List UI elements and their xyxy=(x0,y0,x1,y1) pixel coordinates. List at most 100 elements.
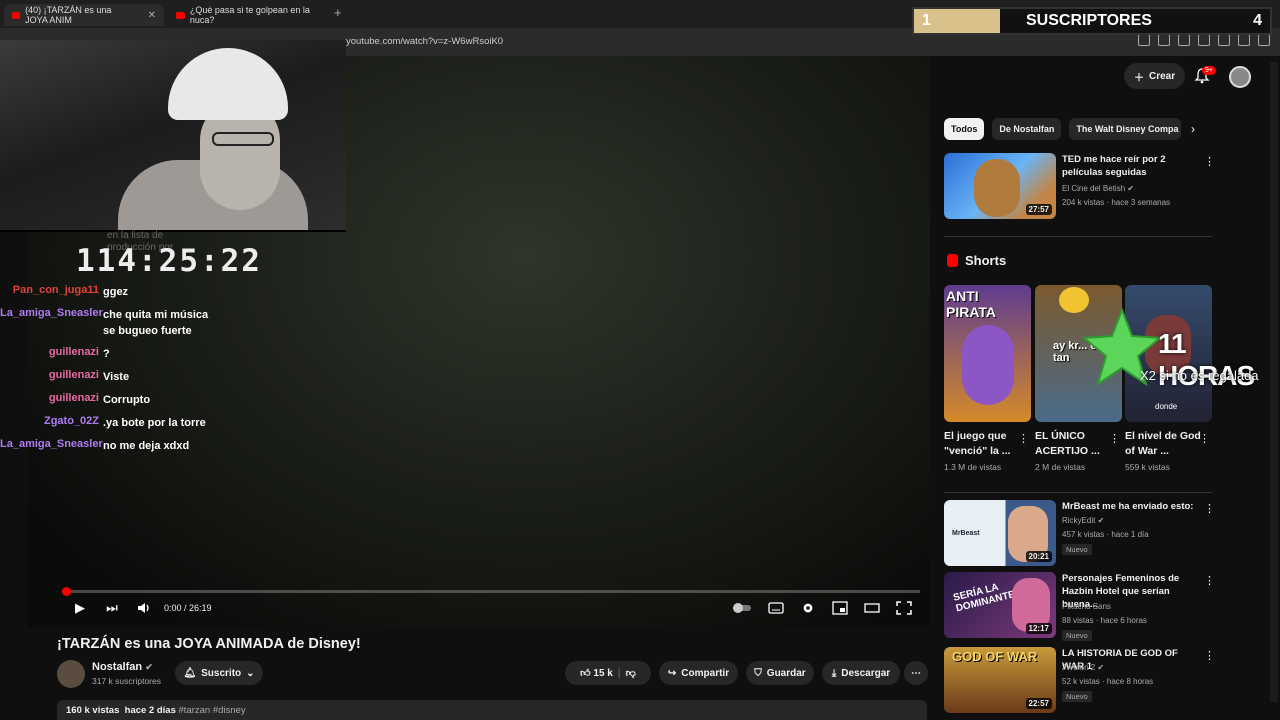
more-vertical-icon[interactable]: ⋮ xyxy=(1018,432,1029,445)
create-label: Crear xyxy=(1149,70,1176,82)
short-views: 1.3 M de vistas xyxy=(944,462,1002,472)
video-thumbnail[interactable]: GOD OF WAR 22:57 xyxy=(944,647,1056,713)
settings-gear-icon[interactable] xyxy=(800,601,816,615)
description-box[interactable]: 160 k vistas hace 2 días #tarzan #disney xyxy=(57,700,927,720)
download-button[interactable]: ⤓ Descargar xyxy=(822,661,900,685)
video-thumbnail[interactable]: SERÍA LA DOMINANTE 12:17 xyxy=(944,572,1056,638)
short-views: 559 k vistas xyxy=(1125,462,1170,472)
fullscreen-icon[interactable] xyxy=(896,601,912,615)
verified-icon: ✔ xyxy=(145,662,153,672)
video-title[interactable]: MrBeast me ha enviado esto: xyxy=(1062,500,1202,513)
channel-name[interactable]: RickyEdit ✔ xyxy=(1062,516,1104,525)
extension-icon[interactable] xyxy=(1158,34,1170,46)
hashtags[interactable]: #tarzan #disney xyxy=(179,705,246,716)
chat-message-text: no me deja xdxd xyxy=(103,440,190,452)
channel-name[interactable]: Nostalfan ✔ xyxy=(92,661,153,673)
filter-chips: Todos De Nostalfan The Walt Disney Compa xyxy=(944,118,1182,140)
extension-icon[interactable] xyxy=(1138,34,1150,46)
chevron-right-icon[interactable]: › xyxy=(1191,122,1195,136)
subscriber-count: 1 xyxy=(914,9,1000,33)
extension-icon[interactable] xyxy=(1218,34,1230,46)
next-icon[interactable]: ⏭ xyxy=(104,600,120,616)
recommended-video[interactable]: GOD OF WAR 22:57 LA HISTORIA DE GOD OF W… xyxy=(944,647,1215,715)
thumbs-up-icon: 👍︎ xyxy=(580,668,591,679)
divider: | xyxy=(617,667,621,679)
youtube-favicon-icon xyxy=(12,11,21,19)
theater-mode-icon[interactable] xyxy=(864,601,880,615)
more-vertical-icon[interactable]: ⋮ xyxy=(1204,574,1215,587)
progress-scrubber[interactable] xyxy=(62,587,71,596)
subscribed-button[interactable]: 🔔︎ Suscrito ⌄ xyxy=(175,661,263,685)
channel-name[interactable]: El Cine del Betish ✔ xyxy=(1062,184,1134,193)
share-button[interactable]: ↪ Compartir xyxy=(659,661,738,685)
bell-icon: 🔔︎ xyxy=(183,667,197,679)
youtube-favicon-icon xyxy=(176,11,185,19)
chat-message: Zgato_02Z .ya bote por la torre xyxy=(0,415,300,431)
short-thumbnail[interactable]: ANTI PIRATA xyxy=(944,285,1031,422)
channel-name[interactable]: JWulen 2 ✔ xyxy=(1062,663,1104,672)
progress-bar[interactable] xyxy=(66,590,920,593)
subtitles-icon[interactable] xyxy=(768,601,784,615)
more-vertical-icon[interactable]: ⋮ xyxy=(1204,502,1215,515)
new-badge: Nuevo xyxy=(1062,544,1092,555)
close-icon[interactable]: ✕ xyxy=(148,10,156,21)
video-meta: 52 k vistas · hace 8 horas xyxy=(1062,677,1154,686)
new-tab-icon[interactable]: + xyxy=(334,5,342,20)
download-label: Descargar xyxy=(841,667,891,679)
autoplay-toggle-icon[interactable] xyxy=(732,601,752,615)
chat-message-text: che quita mi música se bugueo fuerte xyxy=(103,309,209,337)
more-vertical-icon[interactable]: ⋮ xyxy=(1199,432,1210,445)
chat-message-text: ? xyxy=(103,348,110,360)
download-icon: ⤓ xyxy=(831,667,837,679)
tab-title: (40) ¡TARZÁN es una JOYA ANIM xyxy=(25,5,112,25)
thumbs-down-icon[interactable]: 👎︎ xyxy=(626,667,636,679)
channel-avatar[interactable] xyxy=(57,660,85,688)
share-icon: ↪ xyxy=(667,667,677,679)
video-duration: 20:21 xyxy=(1025,551,1052,562)
video-title[interactable]: TED me hace reír por 2 películas seguida… xyxy=(1062,153,1202,179)
browser-tab-active[interactable]: (40) ¡TARZÁN es una JOYA ANIM ✕ xyxy=(4,4,164,26)
account-avatar[interactable] xyxy=(1229,66,1251,88)
create-button[interactable]: ＋ Crear xyxy=(1124,63,1186,89)
more-horizontal-icon: ⋯ xyxy=(911,667,921,679)
browser-tab[interactable]: ¿Qué pasa si te golpean en la nuca? xyxy=(168,4,328,26)
chip-walt-disney[interactable]: The Walt Disney Compa xyxy=(1069,118,1182,140)
chip-de-nostalfan[interactable]: De Nostalfan xyxy=(992,118,1062,140)
recommended-video[interactable]: 27:57 TED me hace reír por 2 películas s… xyxy=(944,153,1215,221)
volume-icon[interactable] xyxy=(136,600,152,616)
play-icon[interactable]: ▶ xyxy=(72,600,88,616)
extension-icon[interactable] xyxy=(1238,34,1250,46)
menu-icon[interactable] xyxy=(1258,34,1270,46)
like-button[interactable]: 👍︎ 15 k xyxy=(580,667,613,679)
chip-todos[interactable]: Todos xyxy=(944,118,985,140)
recommended-video[interactable]: MrBeast 20:21 MrBeast me ha enviado esto… xyxy=(944,500,1215,568)
video-thumbnail[interactable]: MrBeast 20:21 xyxy=(944,500,1056,566)
time-display: 0:00 / 26:19 xyxy=(164,603,212,613)
thumbnail-caption: SERÍA LA DOMINANTE xyxy=(952,581,1017,615)
channel-name[interactable]: Pikachu Sans xyxy=(1062,602,1111,611)
more-vertical-icon[interactable]: ⋮ xyxy=(1109,432,1120,445)
miniplayer-icon[interactable] xyxy=(832,601,848,615)
subscriber-goal: 4 xyxy=(1253,12,1262,29)
thumbnail-caption: ANTI PIRATA xyxy=(946,288,997,320)
chat-username: La_amiga_Sneasler xyxy=(0,438,103,450)
short-item[interactable]: ANTI PIRATA El juego que "venció" la ...… xyxy=(944,285,1031,472)
subscriber-goal-overlay: 1 SUSCRIPTORES 4 xyxy=(912,7,1272,35)
recommended-video[interactable]: SERÍA LA DOMINANTE 12:17 Personajes Feme… xyxy=(944,572,1215,641)
more-actions-button[interactable]: ⋯ xyxy=(904,661,928,685)
webcam-overlay xyxy=(0,40,346,232)
more-vertical-icon[interactable]: ⋮ xyxy=(1204,649,1215,662)
url-text[interactable]: youtube.com/watch?v=z-W6wRsoiK0 xyxy=(346,36,503,47)
channel-subscribers: 317 k suscriptores xyxy=(92,676,161,686)
chat-message: guillenazi? xyxy=(0,346,300,362)
short-title[interactable]: El juego que "venció" la ... xyxy=(944,429,1020,459)
video-thumbnail[interactable]: 27:57 xyxy=(944,153,1056,219)
short-title[interactable]: EL ÚNICO ACERTIJO ... xyxy=(1035,429,1111,459)
save-button[interactable]: ⛉ Guardar xyxy=(746,661,814,685)
sidebar-icon[interactable] xyxy=(1198,34,1210,46)
extension-icon[interactable] xyxy=(1178,34,1190,46)
short-title[interactable]: El nivel de God of War ... xyxy=(1125,429,1201,459)
more-vertical-icon[interactable]: ⋮ xyxy=(1204,155,1215,168)
save-label: Guardar xyxy=(766,667,806,679)
chat-username: guillenazi xyxy=(48,369,99,381)
